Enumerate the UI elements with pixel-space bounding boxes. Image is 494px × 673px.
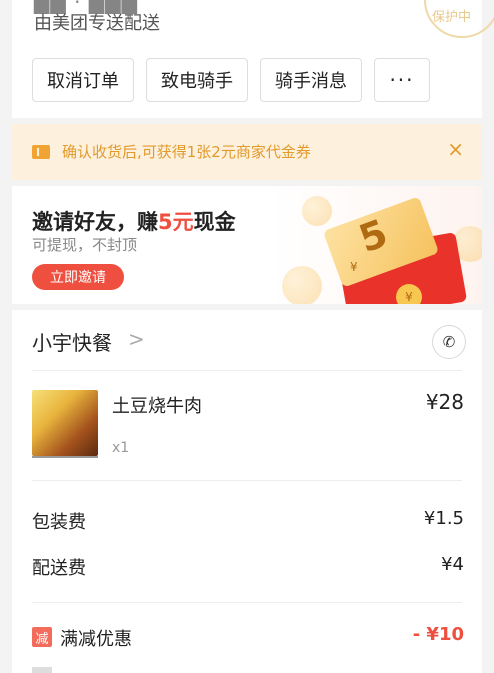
item-qty: x1 (112, 440, 130, 456)
divider (32, 602, 462, 603)
packaging-fee-label: 包装费 (32, 512, 86, 533)
ticket-icon (32, 145, 50, 159)
shop-name[interactable]: 小宇快餐 (32, 327, 112, 356)
invite-banner[interactable]: 邀请好友，赚5元现金 可提现，不封顶 立即邀请 5 ¥ ¥ (12, 186, 482, 304)
stamp-text: 保护中 (432, 10, 472, 25)
delivery-fee-label: 配送费 (32, 558, 86, 579)
ticket-currency: ¥ (350, 260, 358, 274)
coupon-notice-text: 确认收货后,可获得1张2元商家代金券 (62, 143, 311, 161)
protection-stamp: 保护中 (424, 0, 494, 38)
invite-title-prefix: 邀请好友，赚 (32, 210, 158, 234)
divider (32, 370, 462, 371)
coupon-notice-bar: 确认收货后,可获得1张2元商家代金券 × (12, 124, 482, 180)
divider (32, 480, 462, 481)
decor-bubble (302, 196, 332, 226)
decor-bubble (282, 266, 322, 304)
packaging-fee-value: ¥1.5 (423, 508, 464, 529)
order-details-card: 小宇快餐 > ✆ 土豆烧牛肉 x1 ¥28 包装费 ¥1.5 配送费 ¥4 减 … (12, 310, 482, 673)
discount-tag: 减 (32, 627, 52, 647)
dish-image (32, 390, 98, 456)
invite-title-amount: 5元 (158, 210, 194, 234)
rider-message-button[interactable]: 骑手消息 (260, 58, 362, 102)
item-price: ¥28 (425, 390, 464, 414)
order-actions: 取消订单 致电骑手 骑手消息 ··· (32, 58, 430, 102)
invite-subtitle: 可提现，不封顶 (32, 236, 138, 254)
phone-icon[interactable]: ✆ (432, 325, 466, 359)
discount-value: - ¥10 (412, 624, 464, 645)
item-name: 土豆烧牛肉 (112, 396, 202, 417)
order-status-card: ██ · ███ 由美团专送配送 保护中 取消订单 致电骑手 骑手消息 ··· (12, 0, 494, 118)
invite-title: 邀请好友，赚5元现金 (32, 206, 236, 236)
call-rider-button[interactable]: 致电骑手 (146, 58, 248, 102)
delivery-note: 由美团专送配送 (34, 13, 160, 34)
cancel-order-button[interactable]: 取消订单 (32, 58, 134, 102)
coin-icon: ¥ (396, 284, 422, 304)
discount-label: 满减优惠 (60, 629, 132, 650)
invite-now-button[interactable]: 立即邀请 (32, 264, 124, 290)
chevron-right-icon[interactable]: > (128, 327, 145, 351)
dish-image-border (32, 456, 98, 458)
invite-title-suffix: 现金 (193, 210, 236, 234)
close-icon[interactable]: × (447, 137, 464, 161)
next-row-clipped (32, 667, 52, 673)
more-button[interactable]: ··· (374, 58, 430, 102)
delivery-fee-value: ¥4 (441, 554, 464, 575)
